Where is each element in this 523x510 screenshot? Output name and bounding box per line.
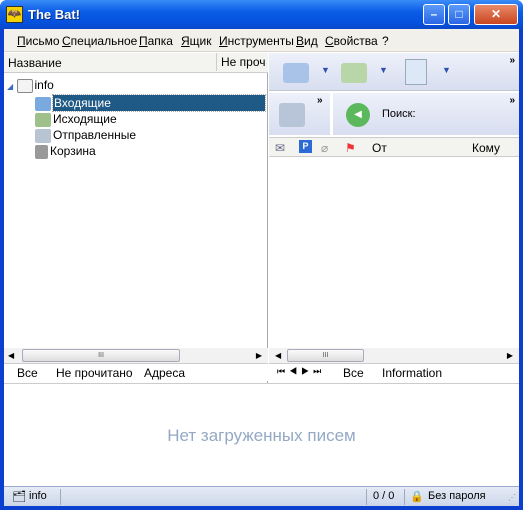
empty-message: Нет загруженных писем	[167, 426, 356, 445]
folder-outbox[interactable]: Исходящие	[35, 111, 117, 127]
more-icon[interactable]: »	[509, 55, 515, 66]
navigation-icons[interactable]: ⏮◀▶⏭	[277, 366, 325, 377]
folder-scrollbar[interactable]: ◀ III ▶	[4, 348, 268, 363]
folder-panel: Название Не проч ◢ info Входящие Исходящ…	[4, 53, 268, 383]
attachment-icon[interactable]: ⌀	[321, 141, 328, 155]
scroll-right-icon[interactable]: ▶	[256, 351, 262, 360]
resize-grip-icon[interactable]: ⋰	[508, 493, 516, 502]
menu-properties[interactable]: Свойства	[325, 34, 378, 48]
column-unread[interactable]: Не проч	[216, 53, 266, 71]
folder-label: Входящие	[52, 94, 266, 112]
column-name[interactable]: Название	[8, 56, 62, 70]
scroll-left-icon[interactable]: ◀	[275, 351, 281, 360]
scroll-left-icon[interactable]: ◀	[8, 351, 14, 360]
back-icon[interactable]: ◀	[346, 103, 370, 127]
send-mail-icon[interactable]	[341, 63, 367, 83]
folder-trash[interactable]: Корзина	[35, 143, 96, 159]
sent-folder-icon	[35, 128, 51, 143]
outbox-icon	[35, 112, 51, 127]
inbox-icon	[35, 96, 51, 111]
dropdown-icon[interactable]: ▼	[321, 65, 330, 75]
folder-tabs: Все Не прочитано Адреса	[4, 363, 268, 381]
folder-label: Исходящие	[53, 112, 117, 126]
account-status-icon: 🗂	[12, 491, 26, 503]
tab-all[interactable]: Все	[343, 366, 364, 380]
divider	[404, 489, 405, 505]
scroll-thumb[interactable]: III	[22, 349, 180, 362]
title-bar: 🦇 The Bat! – □ ✕	[0, 0, 523, 29]
more-icon[interactable]: »	[317, 95, 323, 106]
envelope-icon[interactable]: ✉	[275, 141, 285, 155]
flag-icon[interactable]: ⚑	[345, 141, 356, 155]
account-node[interactable]: ◢ info	[7, 77, 54, 93]
dropdown-icon[interactable]: ▼	[442, 65, 451, 75]
search-label: Поиск:	[382, 108, 416, 120]
minimize-button[interactable]: –	[423, 4, 445, 25]
app-window: 🦇 The Bat! – □ ✕ Письмо Специальное Папк…	[0, 0, 523, 510]
menu-box[interactable]: Ящик	[181, 34, 212, 48]
status-count: 0 / 0	[373, 490, 395, 502]
folder-header: Название Не проч	[4, 53, 268, 73]
folder-sent[interactable]: Отправленные	[35, 127, 136, 143]
message-tabs: ⏮◀▶⏭ Все Information	[269, 363, 519, 381]
status-bar: 🗂 info 0 / 0 🔒 Без пароля ⋰	[4, 486, 519, 506]
tab-unread[interactable]: Не прочитано	[56, 366, 133, 380]
get-mail-icon[interactable]	[283, 63, 309, 83]
column-to[interactable]: Кому	[472, 141, 500, 155]
lock-icon: 🔒	[410, 491, 424, 503]
dropdown-icon[interactable]: ▼	[379, 65, 388, 75]
new-message-icon[interactable]	[405, 59, 427, 85]
message-header: ✉ P ⌀ ⚑ От Кому	[269, 137, 519, 157]
status-account: info	[29, 490, 47, 502]
column-from[interactable]: От	[372, 141, 387, 155]
tab-addresses[interactable]: Адреса	[144, 366, 185, 380]
menu-bar: Письмо Специальное Папка Ящик Инструмент…	[4, 29, 519, 52]
folder-label: Отправленные	[53, 128, 137, 142]
menu-view[interactable]: Вид	[296, 34, 318, 48]
priority-icon[interactable]: P	[299, 140, 312, 153]
tab-information[interactable]: Information	[382, 366, 442, 380]
window-title: The Bat!	[28, 7, 80, 22]
status-password: Без пароля	[428, 490, 486, 502]
folder-label: Корзина	[50, 144, 96, 158]
folder-inbox[interactable]: Входящие	[35, 94, 266, 112]
divider	[366, 489, 367, 505]
menu-help[interactable]: ?	[382, 34, 389, 48]
account-label: info	[34, 78, 54, 92]
menu-letter[interactable]: Письмо	[17, 34, 60, 48]
message-scrollbar[interactable]: ◀ III ▶	[269, 348, 519, 363]
menu-special[interactable]: Специальное	[62, 34, 137, 48]
bat-logo-icon: 🦇	[6, 6, 23, 23]
divider	[330, 93, 333, 135]
close-button[interactable]: ✕	[474, 4, 518, 25]
address-book-icon[interactable]	[279, 103, 305, 127]
tab-all[interactable]: Все	[17, 366, 38, 380]
trash-icon	[35, 144, 48, 159]
scroll-right-icon[interactable]: ▶	[507, 351, 513, 360]
preview-pane: Нет загруженных писем	[4, 383, 519, 486]
scroll-thumb[interactable]: III	[287, 349, 364, 362]
main-toolbar: ▼ ▼ ▼ »	[269, 53, 519, 91]
divider	[60, 489, 61, 505]
more-icon[interactable]: »	[509, 95, 515, 106]
menu-folder[interactable]: Папка	[139, 34, 173, 48]
message-panel: ▼ ▼ ▼ » » ◀ Поиск: » ✉ P ⌀ ⚑ От Кому ◀ I…	[269, 53, 519, 383]
search-toolbar: » ◀ Поиск: »	[269, 93, 519, 135]
folder-icon	[16, 78, 33, 93]
menu-tools[interactable]: Инструменты	[219, 34, 294, 48]
maximize-button[interactable]: □	[448, 4, 470, 25]
